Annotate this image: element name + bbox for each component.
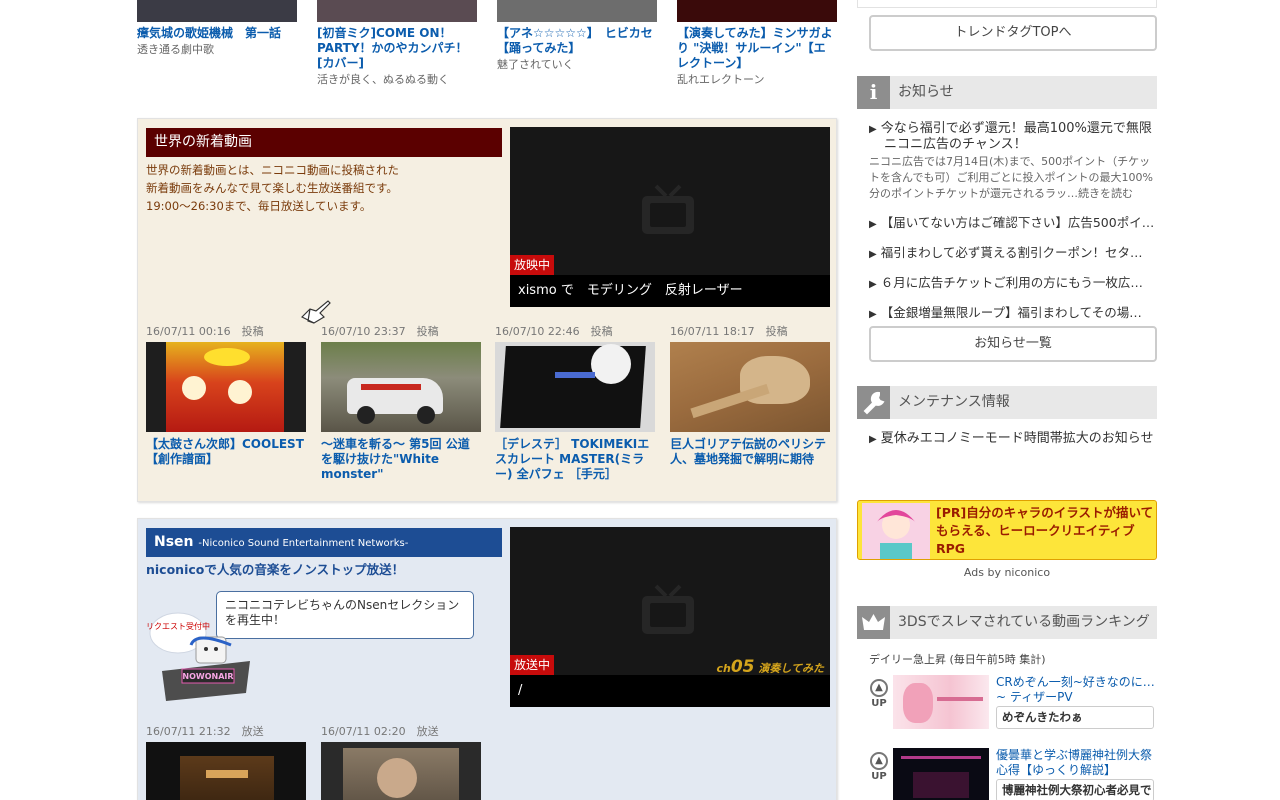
arrow-up-icon: ▲ (870, 752, 888, 770)
video-comment: 乱れエレクトーン (677, 73, 765, 86)
player-caption: xismo で モデリング 反射レーザー (510, 275, 830, 307)
top-video-item[interactable]: 【演奏してみた】ミンサガより "決戦！サルーイン"【エレクトーン】 乱れエレクト… (677, 0, 837, 87)
video-card[interactable]: 16/07/11 00:16 投稿 【太鼓さん次郎】COOLEST【創作譜面】 (146, 325, 306, 467)
video-title-link[interactable]: ［デレステ］ TOKIMEKIエスカレート MASTER(ミラー) 全パフェ ［… (495, 437, 655, 482)
channel-name[interactable]: めぞんきたわぁ (996, 706, 1154, 729)
broadcast-date: 16/07/11 21:32 放送 (146, 725, 264, 738)
player-caption: / (510, 675, 830, 707)
section-heading-ranking: 3DSでスレマされている動画ランキング (857, 606, 1157, 639)
wrench-icon (857, 386, 890, 419)
video-thumbnail[interactable] (146, 742, 306, 800)
video-title-link[interactable]: 【演奏してみた】ミンサガより "決戦！サルーイン"【エレクトーン】 (677, 26, 837, 71)
broadcast-date: 16/07/11 02:20 放送 (321, 725, 439, 738)
video-thumbnail[interactable] (317, 0, 477, 22)
rank-up-badge: ▲ UP (869, 752, 889, 782)
video-card[interactable]: 16/07/11 18:17 投稿 巨人ゴリアテ伝説のペリシテ人、墓地発掘で解明… (670, 325, 830, 467)
pointer-cursor-icon (300, 300, 331, 324)
ranking-item[interactable]: ▲ UP 優曇華と学ぶ博麗神社例大祭心得【ゆっくり解説】 博麗神社例大祭初心者必見… (869, 748, 1157, 800)
nsen-tagline: niconicoで人気の音楽をノンストップ放送！ (146, 562, 405, 577)
pr-ad-banner[interactable]: [PR]自分のキャラのイラストが描いてもらえる、ヒーロークリエイティブRPG (857, 500, 1157, 560)
nsen-panel: Nsen -Niconico Sound Entertainment Netwo… (137, 518, 837, 800)
video-title-link[interactable]: 【アネ☆☆☆☆☆】 ヒビカセ 【踊ってみた】 (497, 26, 665, 56)
video-card[interactable]: 16/07/10 22:46 投稿 ［デレステ］ TOKIMEKIエスカレート … (495, 325, 655, 482)
ad-character-image (862, 503, 930, 559)
panel-heading[interactable]: 世界の新着動画 (146, 128, 502, 157)
notice-item-featured[interactable]: ▶ 今なら福引で必ず還元！最高100%還元で無限ニコニ広告のチャンス！ (869, 121, 1157, 152)
video-thumbnail[interactable] (497, 0, 657, 22)
ads-by-label[interactable]: Ads by niconico (857, 566, 1157, 579)
nsen-player[interactable]: 放送中 ch05 演奏してみた / (510, 527, 830, 707)
crown-icon (857, 606, 890, 639)
top-video-item[interactable]: 【アネ☆☆☆☆☆】 ヒビカセ 【踊ってみた】 魅了されていく (497, 0, 665, 72)
tv-icon (642, 184, 694, 234)
section-heading-notice: i お知らせ (857, 76, 1157, 109)
rank-up-badge: ▲ UP (869, 679, 889, 709)
info-icon: i (857, 76, 890, 109)
notice-detail[interactable]: ニコニ広告では7月14日(木)まで、500ポイント（チケットを含んでも可）ご利用… (869, 154, 1157, 202)
video-thumbnail[interactable] (670, 342, 830, 432)
notice-item[interactable]: ▶ 福引まわして必ず貰える割引クーポン！セタ… (869, 245, 1157, 262)
onair-badge: 放映中 (510, 255, 555, 275)
video-thumbnail[interactable] (146, 342, 306, 432)
video-title-link[interactable]: 優曇華と学ぶ博麗神社例大祭心得【ゆっくり解説】 (996, 748, 1156, 778)
post-date: 16/07/10 22:46 投稿 (495, 325, 613, 338)
video-title-link[interactable]: 瘴気城の歌姫機械 第一話 (137, 26, 297, 41)
top-video-strip: 瘴気城の歌姫機械 第一話 透き通る劇中歌 [初音ミク]COME ON！PARTY… (137, 0, 837, 100)
description-line: 19:00〜26:30まで、毎日放送しています。 (146, 199, 372, 213)
video-thumbnail[interactable] (321, 742, 481, 800)
trend-tag-top-button[interactable]: トレンドタグTOPへ (869, 15, 1157, 51)
channel-label: ch05 演奏してみた (716, 657, 824, 677)
video-thumbnail[interactable] (321, 342, 481, 432)
panel-heading[interactable]: Nsen -Niconico Sound Entertainment Netwo… (146, 528, 502, 557)
video-thumbnail[interactable] (137, 0, 297, 22)
post-date: 16/07/11 00:16 投稿 (146, 325, 264, 338)
video-card[interactable]: 16/07/11 02:20 放送 (321, 725, 481, 800)
maintenance-list: ▶ 夏休みエコノミーモード時間帯拡大のお知らせ (869, 431, 1157, 447)
post-date: 16/07/10 23:37 投稿 (321, 325, 439, 338)
notice-list: ▶ 今なら福引で必ず還元！最高100%還元で無限ニコニ広告のチャンス！ ニコニ広告… (869, 121, 1157, 322)
video-card[interactable]: 16/07/10 23:37 投稿 ～迷車を斬る～ 第5回 公道を駆け抜けた"W… (321, 325, 481, 482)
section-heading-maintenance: メンテナンス情報 (857, 386, 1157, 419)
panel-description: 世界の新着動画とは、ニコニコ動画に投稿された 新着動画をみんなで見て楽しむ生放送… (146, 161, 446, 215)
arrow-up-icon: ▲ (870, 679, 888, 697)
ranking-subtitle: デイリー急上昇 (毎日午前5時 集計) (869, 653, 1046, 666)
live-player[interactable]: 放映中 xismo で モデリング 反射レーザー (510, 127, 830, 307)
description-line: 新着動画をみんなで見て楽しむ生放送番組です。 (146, 181, 398, 195)
ad-text[interactable]: [PR]自分のキャラのイラストが描いてもらえる、ヒーロークリエイティブRPG (936, 504, 1154, 558)
channel-name[interactable]: 博麗神社例大祭初心者必見で (996, 779, 1154, 800)
video-title-link[interactable]: 巨人ゴリアテ伝説のペリシテ人、墓地発掘で解明に期待 (670, 437, 830, 467)
onair-badge: 放送中 (510, 655, 555, 675)
notice-item[interactable]: ▶ 【金銀増量無限ループ】福引まわしてその場… (869, 305, 1157, 322)
video-thumbnail[interactable] (495, 342, 655, 432)
post-date: 16/07/11 18:17 投稿 (670, 325, 788, 338)
new-videos-panel: 世界の新着動画 世界の新着動画とは、ニコニコ動画に投稿された 新着動画をみんなで… (137, 118, 837, 502)
top-video-item[interactable]: [初音ミク]COME ON！PARTY！かのやカンパチ！[カバー] 活きが良く、… (317, 0, 477, 87)
video-thumbnail[interactable] (893, 675, 989, 729)
notice-item[interactable]: ▶ 【届いてない方はご確認下さい】広告500ポイ… (869, 215, 1157, 232)
top-video-item[interactable]: 瘴気城の歌姫機械 第一話 透き通る劇中歌 (137, 0, 297, 57)
ranking-item[interactable]: ▲ UP CRめぞん一刻~好きなのに…~ ティザーPV めぞんきたわぁ (869, 675, 1157, 739)
tv-icon (642, 584, 694, 634)
video-card[interactable]: 16/07/11 21:32 放送 (146, 725, 306, 800)
maintenance-item[interactable]: ▶ 夏休みエコノミーモード時間帯拡大のお知らせ (869, 431, 1157, 447)
notice-item[interactable]: ▶ ６月に広告チケットご利用の方にもう一枚広… (869, 275, 1157, 292)
video-comment: 活きが良く、ぬるぬる動く (317, 73, 449, 86)
video-title-link[interactable]: CRめぞん一刻~好きなのに…~ ティザーPV (996, 675, 1156, 705)
video-thumbnail[interactable] (677, 0, 837, 22)
notice-list-button[interactable]: お知らせ一覧 (869, 326, 1157, 362)
svg-text:リクエスト受付中: リクエスト受付中 (146, 621, 210, 631)
video-thumbnail[interactable] (893, 748, 989, 800)
description-line: 世界の新着動画とは、ニコニコ動画に投稿された (146, 163, 399, 177)
video-comment: 魅了されていく (497, 58, 574, 71)
video-comment: 透き通る劇中歌 (137, 43, 214, 56)
video-title-link[interactable]: 【太鼓さん次郎】COOLEST【創作譜面】 (146, 437, 306, 467)
video-title-link[interactable]: [初音ミク]COME ON！PARTY！かのやカンパチ！[カバー] (317, 26, 477, 71)
svg-text:NOWONAIR: NOWONAIR (182, 672, 233, 681)
nsen-mascot-image[interactable]: リクエスト受付中 NOWONAIR (146, 609, 256, 709)
video-title-link[interactable]: ～迷車を斬る～ 第5回 公道を駆け抜けた"White monster" (321, 437, 481, 482)
